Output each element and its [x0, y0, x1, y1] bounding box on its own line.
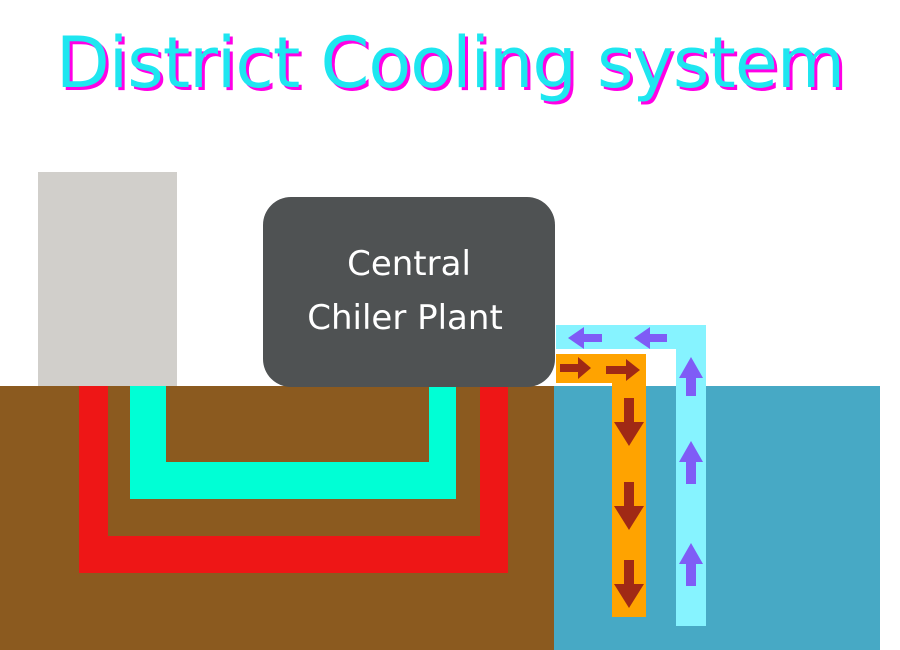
plant-label-line2: Chiler Plant — [307, 298, 503, 338]
building — [38, 172, 177, 386]
plant-label-line1: Central — [347, 244, 471, 284]
pipe-gap — [556, 349, 676, 354]
central-chiller-plant — [263, 197, 555, 387]
water-body — [554, 386, 880, 650]
district-cooling-diagram: Central Chiler Plant — [0, 172, 880, 650]
